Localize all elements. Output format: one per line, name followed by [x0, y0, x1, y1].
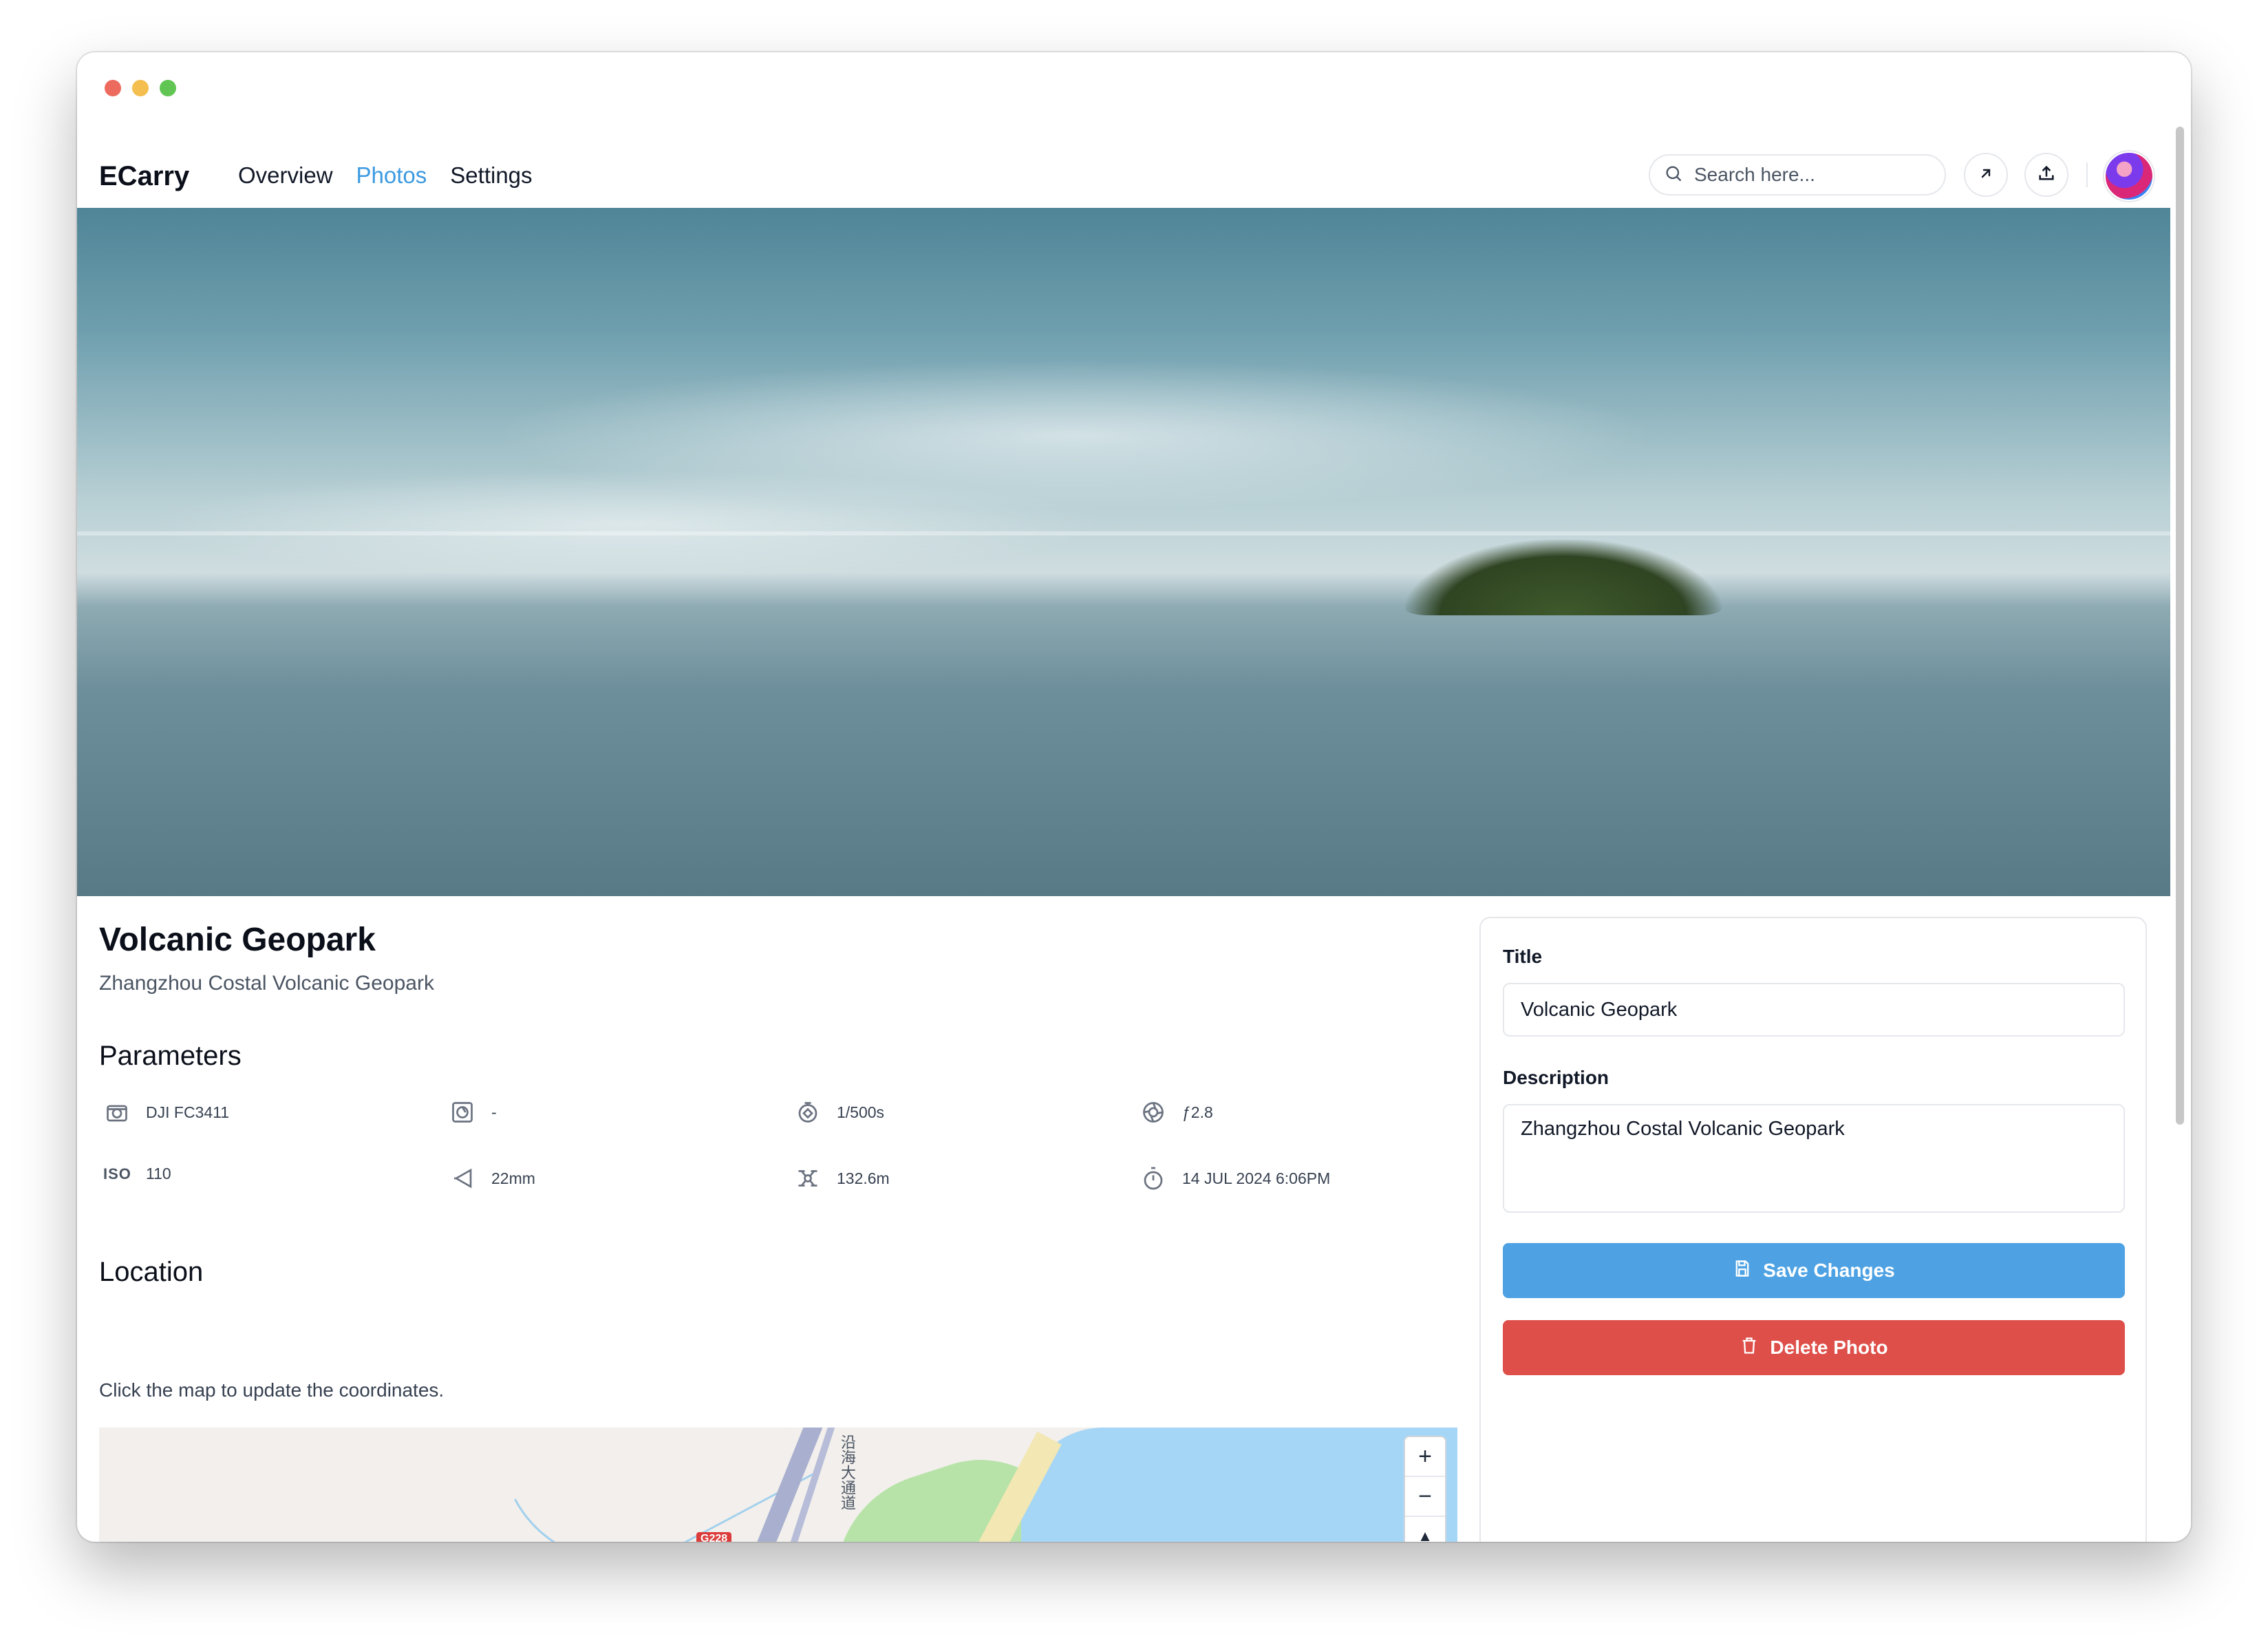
save-changes-button[interactable]: Save Changes [1503, 1243, 2125, 1298]
page-subtitle: Zhangzhou Costal Volcanic Geopark [99, 972, 434, 995]
upload-icon [2037, 164, 2056, 187]
app-window: ECarry Overview Photos Settings Search h… [77, 52, 2191, 1542]
upload-button[interactable] [2024, 153, 2068, 197]
param-aperture: ƒ2.8 [1140, 1099, 1213, 1126]
map-road-label: 沿海大通道 [838, 1434, 855, 1510]
param-camera: DJI FC3411 [103, 1099, 229, 1126]
lens-icon [449, 1099, 476, 1126]
zoom-in-button[interactable]: + [1405, 1437, 1445, 1477]
arrow-up-right-icon [1978, 165, 1994, 185]
param-value: DJI FC3411 [146, 1103, 230, 1121]
focal-length-icon [449, 1165, 476, 1192]
param-value: 110 [146, 1165, 171, 1182]
brand-logo[interactable]: ECarry [99, 161, 189, 192]
header-divider [2086, 162, 2088, 187]
nav-settings[interactable]: Settings [450, 162, 532, 189]
param-value: 14 JUL 2024 6:06PM [1182, 1169, 1331, 1187]
search-box[interactable] [1649, 154, 1946, 195]
camera-icon [103, 1099, 131, 1126]
search-input[interactable] [1693, 163, 1929, 187]
avatar[interactable] [2104, 151, 2154, 201]
iso-label: ISO [103, 1165, 131, 1182]
altitude-icon [794, 1165, 822, 1192]
window-controls [105, 80, 176, 96]
title-input[interactable] [1503, 983, 2125, 1037]
minimize-window-button[interactable] [132, 80, 149, 96]
hero-cloud [146, 469, 1109, 580]
page-title: Volcanic Geopark [99, 922, 376, 958]
delete-photo-label: Delete Photo [1770, 1337, 1888, 1358]
map-zoom-controls: + − ▲ [1404, 1436, 1446, 1542]
delete-photo-button[interactable]: Delete Photo [1503, 1320, 2125, 1375]
zoom-out-button[interactable]: − [1405, 1477, 1445, 1517]
param-lens: - [449, 1099, 497, 1126]
param-focal-length: 22mm [449, 1165, 535, 1192]
param-datetime: 14 JUL 2024 6:06PM [1140, 1165, 1330, 1192]
page-scrollbar[interactable] [2176, 127, 2184, 1125]
param-value: 1/500s [837, 1103, 885, 1121]
description-label: Description [1503, 1067, 1609, 1088]
map-route-shield: G228 [696, 1532, 732, 1542]
param-altitude: 132.6m [794, 1165, 890, 1192]
nav-overview[interactable]: Overview [238, 162, 333, 189]
description-textarea[interactable]: Zhangzhou Costal Volcanic Geopark [1503, 1104, 2125, 1213]
param-value: 22mm [491, 1169, 535, 1187]
open-external-button[interactable] [1964, 153, 2008, 197]
save-changes-label: Save Changes [1763, 1260, 1895, 1281]
maximize-window-button[interactable] [160, 80, 176, 96]
edit-photo-panel: Title Description Zhangzhou Costal Volca… [1479, 917, 2147, 1542]
compass-button[interactable]: ▲ [1405, 1517, 1445, 1542]
hero-horizon [77, 531, 2170, 535]
parameters-heading: Parameters [99, 1041, 242, 1071]
shutter-speed-icon [794, 1099, 822, 1126]
timer-icon [1140, 1165, 1167, 1192]
map-sea [1021, 1428, 1457, 1542]
trash-icon [1740, 1336, 1759, 1360]
photo-details: Volcanic Geopark Zhangzhou Costal Volcan… [77, 896, 2170, 1542]
param-iso: ISO 110 [103, 1165, 171, 1183]
aperture-icon [1140, 1099, 1167, 1126]
location-note: Click the map to update the coordinates. [99, 1379, 445, 1401]
search-icon [1664, 164, 1683, 187]
main-nav: Overview Photos Settings [238, 162, 533, 189]
param-value: ƒ2.8 [1182, 1103, 1213, 1121]
photo-hero [77, 208, 2170, 896]
title-label: Title [1503, 946, 1543, 967]
hero-island [1405, 540, 1722, 615]
location-heading: Location [99, 1257, 204, 1287]
save-icon [1733, 1259, 1752, 1283]
param-shutter: 1/500s [794, 1099, 884, 1126]
location-map[interactable]: 沿海大通道 G228 + − ▲ [99, 1428, 1457, 1542]
param-value: - [491, 1103, 497, 1121]
nav-photos[interactable]: Photos [356, 162, 427, 189]
param-value: 132.6m [837, 1169, 890, 1187]
close-window-button[interactable] [105, 80, 121, 96]
